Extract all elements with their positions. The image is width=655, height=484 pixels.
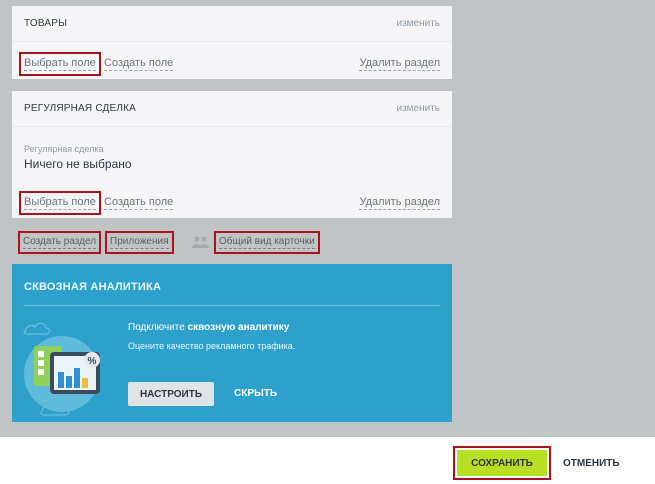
section-footer: Выбрать поле Создать поле Удалить раздел xyxy=(12,186,452,218)
select-field-link[interactable]: Выбрать поле xyxy=(19,52,101,76)
promo-headline-prefix: Подключите xyxy=(128,322,185,333)
section-header: ТОВАРЫ изменить xyxy=(12,6,452,42)
promo-title: СКВОЗНАЯ АНАЛИТИКА xyxy=(24,281,162,293)
create-field-link[interactable]: Создать поле xyxy=(104,196,174,210)
card-view-link[interactable]: Общий вид карточки xyxy=(214,231,320,254)
edit-section-link[interactable]: изменить xyxy=(396,18,440,29)
field-value[interactable]: Ничего не выбрано xyxy=(24,157,132,171)
edit-section-link[interactable]: изменить xyxy=(396,103,440,114)
field-label: Регулярная сделка xyxy=(24,144,104,154)
promo-headline-bold: сквозную аналитику xyxy=(187,322,290,333)
section-footer: Выбрать поле Создать поле Удалить раздел xyxy=(12,47,452,79)
create-field-link[interactable]: Создать поле xyxy=(104,57,174,71)
promo-headline: Подключите сквозную аналитику xyxy=(128,322,289,333)
section-header: РЕГУЛЯРНАЯ СДЕЛКА изменить xyxy=(12,91,452,127)
delete-section-link[interactable]: Удалить раздел xyxy=(359,57,440,71)
section-regular-deal: РЕГУЛЯРНАЯ СДЕЛКА изменить Регулярная сд… xyxy=(12,91,452,218)
promo-divider xyxy=(24,305,440,306)
analytics-chart-icon: % xyxy=(23,322,100,416)
section-title: РЕГУЛЯРНАЯ СДЕЛКА xyxy=(24,103,137,114)
save-button[interactable]: СОХРАНИТЬ xyxy=(453,446,551,480)
analytics-promo: СКВОЗНАЯ АНАЛИТИКА % Подключите сквозную… xyxy=(12,264,452,422)
people-icon xyxy=(192,236,209,248)
applications-link[interactable]: Приложения xyxy=(105,231,174,254)
footer-bar: СОХРАНИТЬ ОТМЕНИТЬ xyxy=(0,437,655,484)
section-products: ТОВАРЫ изменить Выбрать поле Создать пол… xyxy=(12,6,452,79)
cancel-button[interactable]: ОТМЕНИТЬ xyxy=(563,458,620,469)
create-section-link[interactable]: Создать раздел xyxy=(17,231,102,254)
hide-button[interactable]: СКРЫТЬ xyxy=(234,388,277,399)
delete-section-link[interactable]: Удалить раздел xyxy=(359,196,440,210)
setup-button[interactable]: НАСТРОИТЬ xyxy=(128,382,214,406)
select-field-link[interactable]: Выбрать поле xyxy=(19,191,101,215)
section-actions: Создать раздел Приложения Общий вид карт… xyxy=(17,231,350,254)
section-title: ТОВАРЫ xyxy=(24,18,68,29)
promo-subtext: Оцените качество рекламного трафика. xyxy=(128,341,296,351)
svg-text:%: % xyxy=(88,356,97,367)
